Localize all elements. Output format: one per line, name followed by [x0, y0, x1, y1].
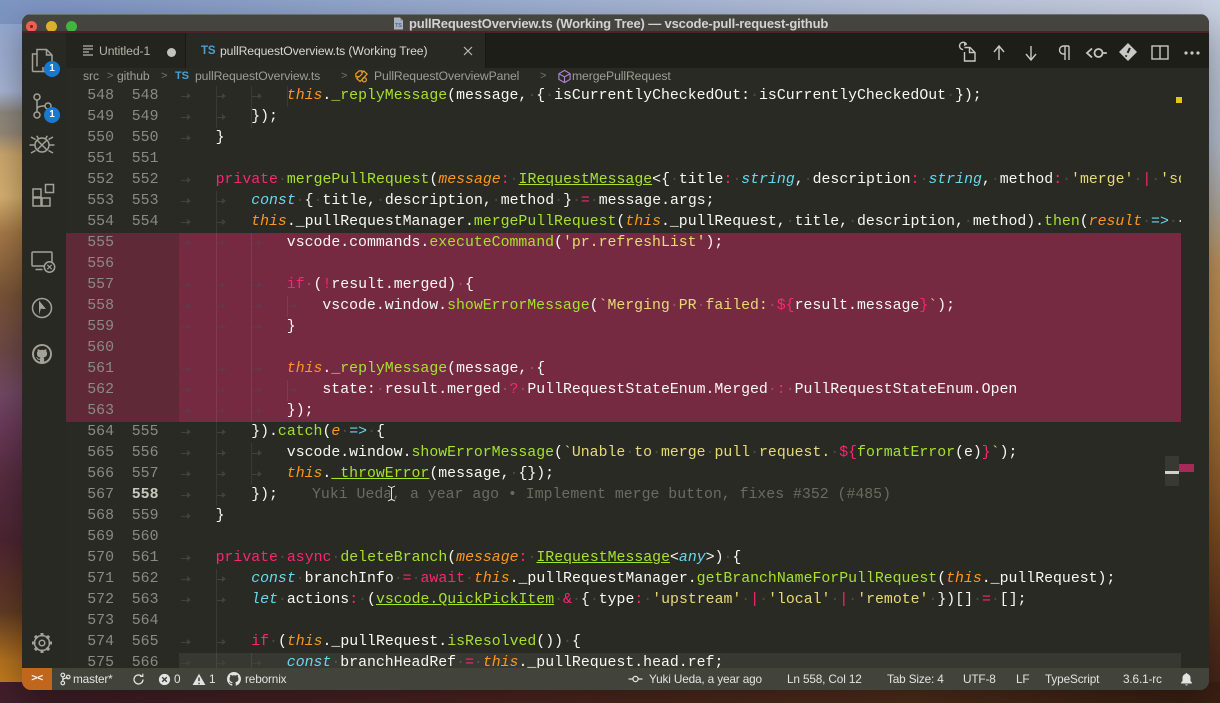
svg-text:TS: TS	[395, 23, 402, 29]
